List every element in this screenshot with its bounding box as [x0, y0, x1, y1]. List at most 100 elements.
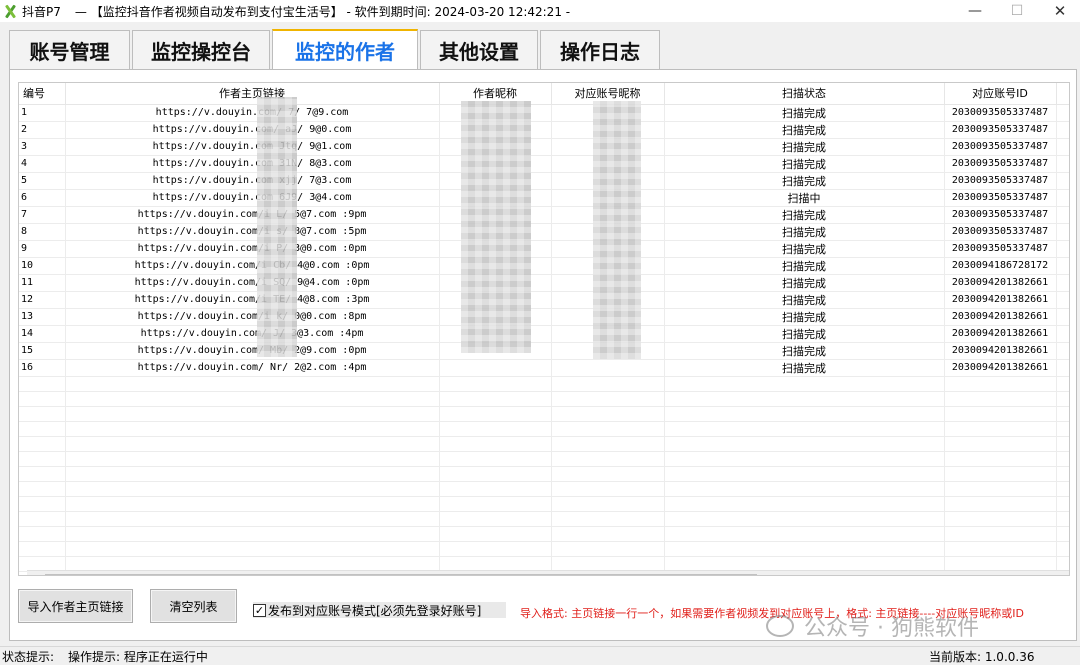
table-row[interactable]: 9 https://v.douyin.com/i P/ 3@0.com :0pm 扫…: [19, 240, 1069, 258]
empty-cell: [551, 496, 665, 512]
table-row[interactable]: 10 https://v.douyin.com/i Cb/ 4@0.com :0p…: [19, 257, 1069, 275]
empty-cell: [65, 406, 440, 422]
empty-cell: [65, 466, 440, 482]
publish-mode-checkbox[interactable]: ✓ 发布到对应账号模式[必须先登录好账号]: [253, 602, 506, 618]
cell-extra: [1056, 257, 1069, 275]
checkmark-icon[interactable]: ✓: [253, 603, 266, 617]
cell-extra: [1056, 223, 1069, 241]
table-row[interactable]: 15 https://v.douyin.com/ Mb/ 2@9.com :0pm…: [19, 342, 1069, 360]
window-title: — 【监控抖音作者视频自动发布到支付宝生活号】 - 软件到期时间: 2024-0…: [74, 4, 571, 19]
cell-account-nickname: [551, 359, 665, 377]
tab-monitored-authors[interactable]: 监控的作者: [272, 29, 418, 70]
cell-author-url: https://v.douyin.com/ 7/ 7@9.com: [65, 104, 440, 122]
tab-account-management[interactable]: 账号管理: [9, 30, 130, 70]
empty-cell: [439, 466, 552, 482]
table-row[interactable]: 6 https://v.douyin.com 6J9/ 3@4.com 扫描中 203…: [19, 189, 1069, 207]
empty-cell: [551, 436, 665, 452]
cell-account-id: 2030093505337487: [944, 155, 1057, 173]
cell-index: 9: [19, 240, 66, 258]
table-row[interactable]: 1 https://v.douyin.com/ 7/ 7@9.com 扫描完成 203…: [19, 104, 1069, 122]
cell-extra: [1056, 308, 1069, 326]
cell-account-id: 2030093505337487: [944, 121, 1057, 139]
empty-cell: [664, 481, 945, 497]
column-header-author-url[interactable]: 作者主页链接: [65, 83, 440, 105]
cell-author-url: https://v.douyin.com Jtq/ 9@1.com: [65, 138, 440, 156]
authors-table[interactable]: 编号 作者主页链接 作者昵称 对应账号昵称 扫描状态 对应账号ID 1 https…: [18, 82, 1070, 576]
table-row[interactable]: 14 https://v.douyin.com/ J/ 3@3.com :4pm 扫…: [19, 325, 1069, 343]
empty-table-row: [19, 511, 1069, 527]
table-row[interactable]: 3 https://v.douyin.com Jtq/ 9@1.com 扫描完成 20…: [19, 138, 1069, 156]
cell-extra: [1056, 359, 1069, 377]
clear-list-button[interactable]: 清空列表: [150, 589, 237, 623]
table-row[interactable]: 16 https://v.douyin.com/ Nr/ 2@2.com :4pm…: [19, 359, 1069, 377]
cell-account-id: 2030094201382661: [944, 342, 1057, 360]
empty-cell: [19, 436, 66, 452]
table-row[interactable]: 8 https://v.douyin.com/i s/ 8@7.com :5pm 扫…: [19, 223, 1069, 241]
empty-cell: [19, 421, 66, 437]
cell-scan-status: 扫描完成: [664, 121, 945, 139]
empty-cell: [19, 481, 66, 497]
empty-cell: [551, 511, 665, 527]
empty-cell: [439, 451, 552, 467]
cell-account-id: 2030093505337487: [944, 206, 1057, 224]
tab-monitor-console[interactable]: 监控操控台: [132, 30, 270, 70]
empty-cell: [944, 391, 1057, 407]
empty-cell: [664, 556, 945, 572]
empty-cell: [439, 421, 552, 437]
table-row[interactable]: 5 https://v.douyin.com xjj/ 7@3.com 扫描完成 20…: [19, 172, 1069, 190]
column-header-account-id[interactable]: 对应账号ID: [944, 83, 1057, 105]
empty-cell: [551, 376, 665, 392]
cell-extra: [1056, 189, 1069, 207]
empty-cell: [664, 436, 945, 452]
watermark: 公众号 · 狗熊软件: [766, 610, 979, 642]
empty-cell: [1056, 556, 1069, 572]
empty-cell: [65, 391, 440, 407]
cell-index: 6: [19, 189, 66, 207]
table-header-row: 编号 作者主页链接 作者昵称 对应账号昵称 扫描状态 对应账号ID: [19, 83, 1069, 105]
cell-account-id: 2030094201382661: [944, 274, 1057, 292]
cell-scan-status: 扫描完成: [664, 291, 945, 309]
column-header-scan-status[interactable]: 扫描状态: [664, 83, 945, 105]
table-row[interactable]: 11 https://v.douyin.com/i SQ/ 9@4.com :0p…: [19, 274, 1069, 292]
table-row[interactable]: 2 https://v.douyin.com/ aJ/ 9@0.com 扫描完成 20…: [19, 121, 1069, 139]
empty-cell: [944, 436, 1057, 452]
table-row[interactable]: 4 https://v.douyin.com 31N/ 8@3.com 扫描完成 20…: [19, 155, 1069, 173]
empty-cell: [551, 451, 665, 467]
empty-cell: [19, 526, 66, 542]
empty-cell: [1056, 526, 1069, 542]
column-header-index[interactable]: 编号: [19, 83, 66, 105]
empty-cell: [439, 526, 552, 542]
cell-account-id: 2030093505337487: [944, 189, 1057, 207]
cell-author-url: https://v.douyin.com 31N/ 8@3.com: [65, 155, 440, 173]
cell-scan-status: 扫描完成: [664, 325, 945, 343]
empty-cell: [944, 541, 1057, 557]
empty-cell: [1056, 496, 1069, 512]
minimize-button[interactable]: —: [955, 0, 995, 22]
empty-cell: [944, 406, 1057, 422]
tab-other-settings[interactable]: 其他设置: [420, 30, 538, 70]
cell-extra: [1056, 206, 1069, 224]
cell-extra: [1056, 121, 1069, 139]
empty-cell: [1056, 541, 1069, 557]
import-author-links-button[interactable]: 导入作者主页链接: [18, 589, 133, 623]
table-row[interactable]: 12 https://v.douyin.com/i TE/ 4@8.com :3p…: [19, 291, 1069, 309]
cell-account-id: 2030094201382661: [944, 308, 1057, 326]
operation-status: 操作提示: 程序正在运行中: [68, 650, 208, 664]
cell-scan-status: 扫描完成: [664, 155, 945, 173]
monitored-authors-panel: 编号 作者主页链接 作者昵称 对应账号昵称 扫描状态 对应账号ID 1 https…: [9, 69, 1077, 641]
empty-cell: [664, 376, 945, 392]
empty-cell: [65, 526, 440, 542]
watermark-text: 公众号 · 狗熊软件: [804, 616, 979, 641]
empty-cell: [65, 481, 440, 497]
cell-index: 11: [19, 274, 66, 292]
cell-author-url: https://v.douyin.com/i SQ/ 9@4.com :0pm: [65, 274, 440, 292]
table-row[interactable]: 13 https://v.douyin.com/i k/ 0@0.com :8pm…: [19, 308, 1069, 326]
title-bar: 抖音P7 — 【监控抖音作者视频自动发布到支付宝生活号】 - 软件到期时间: 2…: [0, 0, 1080, 22]
empty-cell: [944, 511, 1057, 527]
maximize-button[interactable]: ☐: [997, 0, 1037, 22]
tab-operation-log[interactable]: 操作日志: [540, 30, 660, 70]
close-button[interactable]: ✕: [1040, 0, 1080, 22]
cell-scan-status: 扫描完成: [664, 138, 945, 156]
table-row[interactable]: 7 https://v.douyin.com/i L/ 5@7.com :9pm 扫…: [19, 206, 1069, 224]
cell-extra: [1056, 291, 1069, 309]
